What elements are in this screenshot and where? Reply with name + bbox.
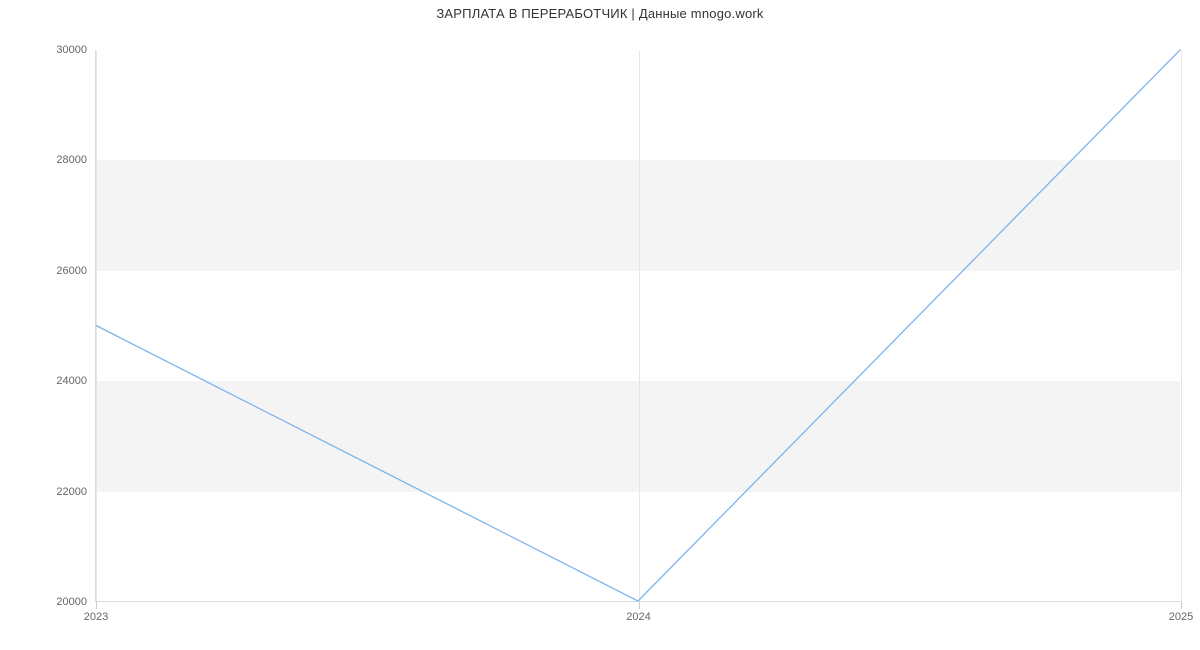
line-series[interactable]: [96, 50, 1180, 601]
y-axis-tick: 30000: [56, 44, 96, 56]
y-axis-tick: 26000: [56, 265, 96, 277]
chart-title: ЗАРПЛАТА В ПЕРЕРАБОТЧИК | Данные mnogo.w…: [0, 6, 1200, 21]
y-axis-tick: 28000: [56, 154, 96, 166]
y-axis-tick: 24000: [56, 375, 96, 387]
plot-area[interactable]: 20000 22000 24000 26000 28000 30000 2023…: [95, 50, 1180, 602]
chart-container: ЗАРПЛАТА В ПЕРЕРАБОТЧИК | Данные mnogo.w…: [0, 0, 1200, 650]
x-axis-tick: 2025: [1169, 601, 1193, 623]
x-axis-tick: 2023: [84, 601, 108, 623]
y-axis-tick: 22000: [56, 486, 96, 498]
gridline-x: [1181, 50, 1182, 601]
x-axis-tick: 2024: [626, 601, 650, 623]
